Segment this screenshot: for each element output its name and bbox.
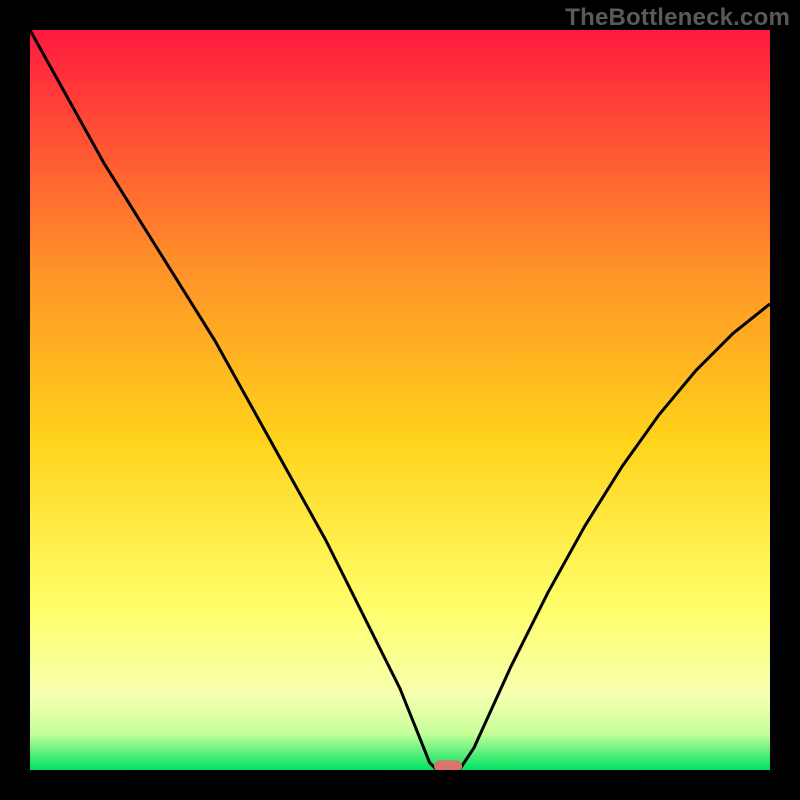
chart-container: TheBottleneck.com (0, 0, 800, 800)
optimal-point-marker (434, 760, 462, 770)
bottleneck-curve-chart (30, 30, 770, 770)
gradient-background (30, 30, 770, 770)
watermark-text: TheBottleneck.com (565, 4, 790, 32)
plot-area (30, 30, 770, 770)
